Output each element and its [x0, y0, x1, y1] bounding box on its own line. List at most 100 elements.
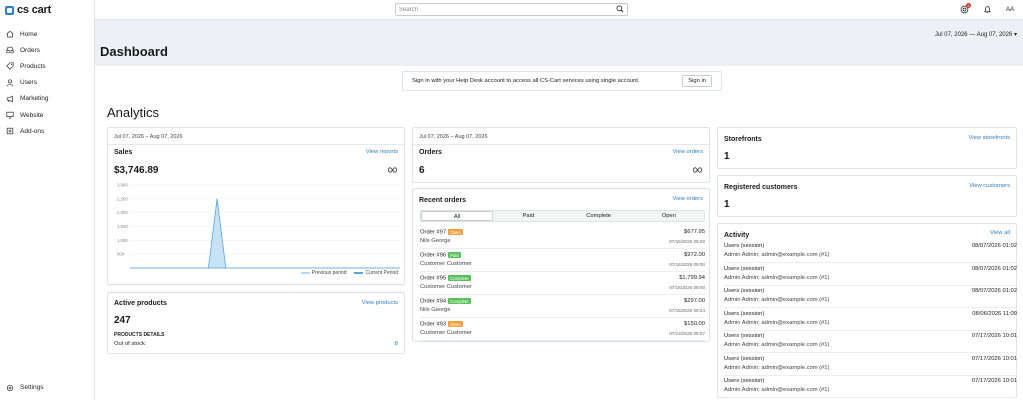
bell-icon	[983, 5, 992, 16]
order-link[interactable]: Order #96	[420, 253, 446, 259]
search-input[interactable]	[399, 6, 616, 13]
table-row[interactable]: Order #93 Open Customer Customer $150.00 07/…	[420, 318, 705, 341]
sidebar-item-label: Products	[20, 62, 46, 70]
sidebar-item-website[interactable]: Website	[0, 107, 94, 123]
recent-orders-title: Recent orders	[419, 197, 467, 204]
divider	[413, 144, 709, 145]
order-status-tabs: All Paid Complete Open	[420, 210, 705, 222]
order-link[interactable]: Order #95	[420, 276, 446, 282]
activity-type: Users (session)	[724, 265, 765, 272]
activity-type: Users (session)	[724, 243, 765, 249]
order-date: 07/13/2026 08:07	[669, 331, 705, 336]
activity-date: 08/07/2026 01:02	[971, 288, 1017, 294]
search-box	[395, 3, 628, 16]
sidebar-item-label: Settings	[20, 384, 44, 392]
sidebar-item-users[interactable]: Users	[0, 75, 94, 91]
activity-date: 08/07/2026 01:02	[971, 265, 1017, 272]
tab-all[interactable]: All	[421, 211, 494, 221]
order-amount: $297.00	[684, 298, 705, 304]
page-title: Dashboard	[100, 44, 168, 59]
order-date: 07/16/2026 09:00	[669, 239, 705, 244]
signin-button[interactable]: Sign in	[682, 75, 712, 87]
table-row[interactable]: Order #97 Open Nils George $677.95 07/16/202…	[420, 226, 705, 249]
activity-description: Admin Admin; admin@example.com (#1)	[724, 274, 830, 281]
list-item: Users (session) Admin Admin; admin@exampl…	[724, 263, 1017, 286]
order-amount: $1,799.94	[679, 275, 705, 281]
storefronts-title: Storefronts	[724, 136, 762, 143]
order-date: 07/16/2026 09:00	[669, 285, 705, 290]
storefronts-count: 1	[724, 151, 730, 162]
inbox-icon	[6, 46, 14, 54]
series-area-current	[130, 198, 400, 269]
order-customer: Nils George	[420, 238, 451, 244]
order-link[interactable]: Order #94	[420, 299, 446, 305]
home-icon	[6, 30, 14, 38]
registered-customers-count: 1	[724, 199, 730, 210]
order-link[interactable]: Order #97	[420, 230, 446, 236]
out-of-stock-value[interactable]: 8	[395, 341, 398, 347]
tab-open[interactable]: Open	[633, 211, 704, 221]
view-storefronts-link[interactable]: View storefronts	[969, 135, 1010, 141]
signin-banner: Sign in with your Help Desk account to a…	[402, 71, 722, 91]
order-customer: Customer Customer	[420, 330, 472, 336]
order-number: Order #96 Paid	[420, 252, 461, 259]
sidebar-item-products[interactable]: Products	[0, 58, 94, 74]
tab-paid[interactable]: Paid	[493, 211, 564, 221]
list-item: Users (session) Admin Admin; admin@exampl…	[724, 353, 1017, 376]
plugin-icon	[6, 127, 14, 135]
view-orders-link[interactable]: View orders	[672, 196, 703, 202]
sidebar-item-marketing[interactable]: Marketing	[0, 91, 94, 107]
order-link[interactable]: Order #93	[420, 322, 446, 328]
legend-current: Current Period	[354, 270, 398, 276]
status-badge: Complete	[448, 298, 471, 304]
view-all-link[interactable]: View all	[990, 230, 1010, 236]
support-button[interactable]: 3	[957, 3, 971, 17]
view-products-link[interactable]: View products	[362, 300, 398, 306]
list-item: Users (session) Admin Admin; admin@exampl…	[724, 330, 1017, 353]
view-customers-link[interactable]: View customers	[969, 183, 1010, 189]
activity-description: Admin Admin; admin@example.com (#1)	[724, 364, 830, 371]
activity-description: Admin Admin; admin@example.com (#1)	[724, 387, 830, 393]
search-icon[interactable]	[616, 5, 624, 15]
monitor-icon	[6, 111, 14, 119]
date-range-picker[interactable]: Jul 07, 2026 — Aug 07, 2026 ▾	[935, 31, 1017, 38]
table-row[interactable]: Order #94 Complete Nils George $297.00 07/15…	[420, 295, 705, 318]
activity-date: 08/06/2026 11:09	[972, 310, 1017, 317]
sidebar-item-label: Add-ons	[20, 127, 45, 135]
sidebar-item-label: Marketing	[20, 95, 49, 103]
sidebar-item-home[interactable]: Home	[0, 26, 94, 42]
activity-date: 08/07/2026 01:02	[971, 243, 1017, 249]
user-icon	[6, 79, 14, 87]
notifications-button[interactable]	[980, 3, 994, 17]
order-date: 07/16/2026 09:00	[669, 262, 705, 267]
logo[interactable]: cs cart	[0, 0, 94, 20]
signin-message: Sign in with your Help Desk account to a…	[412, 78, 640, 84]
orders-card: Jul 07, 2026 – Aug 07, 2026 Orders View …	[412, 127, 710, 183]
order-amount: $150.00	[684, 321, 705, 327]
avatar[interactable]: AA	[1003, 3, 1017, 17]
status-badge: Paid	[448, 252, 461, 258]
table-row[interactable]: Order #96 Paid Customer Customer $972.00 07/…	[420, 249, 705, 272]
activity-date: 07/17/2026 10:01	[971, 355, 1017, 362]
tab-complete[interactable]: Complete	[563, 211, 634, 221]
compare-icon[interactable]	[693, 167, 702, 175]
sidebar-item-settings[interactable]: Settings	[0, 380, 95, 396]
view-orders-link[interactable]: View orders	[672, 149, 703, 155]
activity-type: Users (session)	[724, 378, 765, 384]
order-number: Order #95 Complete	[420, 275, 471, 282]
analytics-title: Analytics	[107, 105, 160, 120]
activity-type: Users (session)	[724, 310, 765, 317]
order-number: Order #93 Open	[420, 321, 463, 328]
y-tick-label: 3,000	[117, 183, 128, 188]
gear-icon	[6, 384, 14, 392]
orders-date-range: Jul 07, 2026 – Aug 07, 2026	[419, 134, 488, 140]
sidebar-item-addons[interactable]: Add-ons	[0, 123, 94, 139]
topbar-icons: 3 AA	[957, 3, 1017, 17]
activity-date: 07/17/2026 10:01	[971, 333, 1017, 339]
activity-description: Admin Admin; admin@example.com (#1)	[724, 319, 830, 326]
table-row[interactable]: Order #95 Complete Customer Customer $1,799…	[420, 272, 705, 295]
out-of-stock-label: Out of stock	[114, 341, 145, 347]
recent-orders-card: Recent orders View orders All Paid Compl…	[412, 188, 710, 342]
sidebar-item-label: Users	[20, 79, 37, 87]
sidebar-item-orders[interactable]: Orders	[0, 42, 94, 58]
